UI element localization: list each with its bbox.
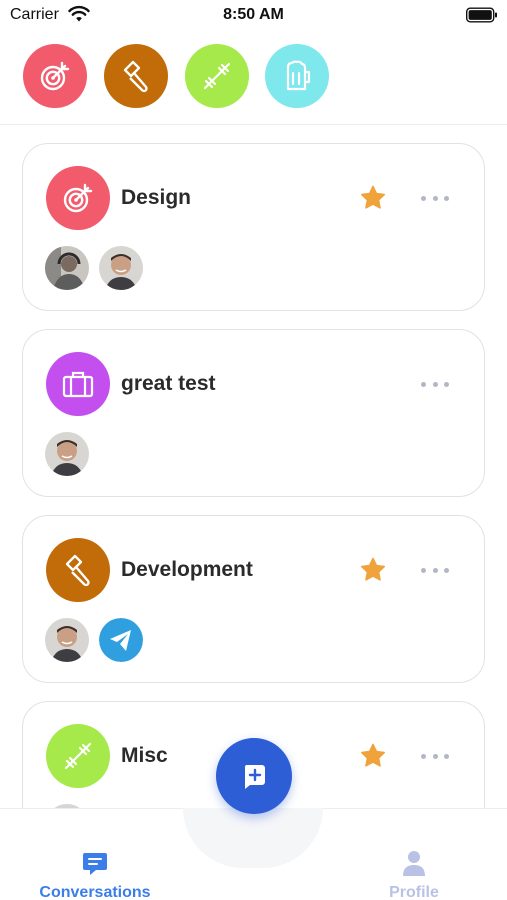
star-icon[interactable]: [359, 184, 387, 212]
more-options-icon[interactable]: [421, 560, 449, 580]
chat-icon: [83, 853, 107, 875]
telegram-avatar: [99, 618, 143, 662]
new-conversation-button[interactable]: [216, 738, 292, 814]
conversation-icon: [46, 538, 110, 602]
add-conversation-icon: [244, 765, 265, 789]
more-options-icon[interactable]: [421, 746, 449, 766]
dumbbell-icon: [203, 62, 231, 90]
target-icon: [40, 61, 70, 91]
target-icon: [63, 183, 93, 213]
tab-label: Profile: [389, 884, 439, 900]
person-icon: [403, 851, 425, 876]
star-icon[interactable]: [359, 742, 387, 770]
conversation-icon: [46, 724, 110, 788]
conversation-list[interactable]: Design great test Development Misc: [0, 125, 507, 808]
category-dumbbell[interactable]: [185, 44, 249, 108]
conversation-icon: [46, 166, 110, 230]
more-options-icon[interactable]: [421, 188, 449, 208]
conversation-title: great test: [121, 372, 216, 395]
battery-icon: [466, 7, 497, 23]
briefcase-icon: [62, 371, 94, 398]
hammer-icon: [123, 60, 148, 93]
tab-label: Conversations: [39, 884, 151, 900]
tab-profile[interactable]: Profile: [319, 809, 507, 900]
status-bar: Carrier 8:50 AM: [0, 0, 507, 32]
more-options-icon[interactable]: [421, 374, 449, 394]
category-beer[interactable]: [265, 44, 329, 108]
conversation-title: Design: [121, 186, 192, 209]
star-icon[interactable]: [359, 556, 387, 584]
dumbbell-icon: [64, 742, 92, 770]
category-hammer[interactable]: [104, 44, 168, 108]
conversation-title: Development: [121, 558, 253, 581]
beer-mug-icon: [286, 60, 311, 91]
avatar: [45, 246, 89, 290]
avatar: [45, 432, 89, 476]
conversation-title: Misc: [121, 744, 168, 767]
category-target[interactable]: [23, 44, 87, 108]
avatar: [99, 246, 143, 290]
hammer-icon: [65, 554, 90, 587]
conversation-card[interactable]: Development: [22, 515, 485, 683]
conversation-card[interactable]: Design: [22, 143, 485, 311]
conversation-card[interactable]: great test: [22, 329, 485, 497]
status-time: 8:50 AM: [223, 6, 284, 23]
tab-conversations[interactable]: Conversations: [0, 809, 190, 900]
category-filter-row: [0, 43, 507, 113]
conversation-icon: [46, 352, 110, 416]
paper-plane-icon: [99, 618, 143, 662]
avatar: [45, 618, 89, 662]
